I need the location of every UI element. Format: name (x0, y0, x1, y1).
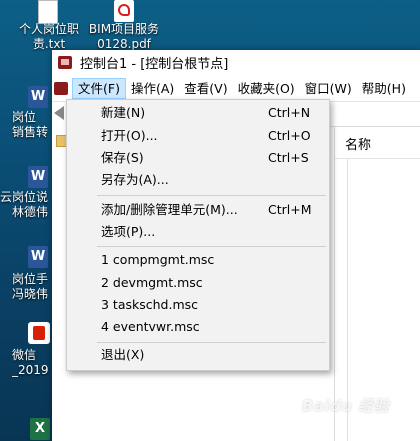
desktop-icon-label[interactable]: 个人岗位职 责.txt (10, 22, 88, 52)
desktop-icon-label[interactable]: 岗位说 林德伟 (12, 190, 52, 220)
menu-item-label: 3 taskschd.msc (101, 297, 199, 312)
menu-bar: 文件(F) 操作(A) 查看(V) 收藏夹(O) 窗口(W) 帮助(H) (52, 77, 420, 100)
menu-item-recent-4[interactable]: 4 eventvwr.msc (67, 316, 329, 338)
window-title: 控制台1 - [控制台根节点] (80, 57, 229, 72)
menu-separator (97, 246, 326, 247)
result-pane[interactable]: 名称 (334, 126, 420, 441)
pdf-file-icon[interactable] (114, 0, 134, 22)
excel-file-icon[interactable]: X (30, 418, 50, 440)
text-file-icon[interactable] (38, 0, 58, 24)
menu-item-new[interactable]: 新建(N) Ctrl+N (67, 102, 329, 124)
menu-item-recent-2[interactable]: 2 devmgmt.msc (67, 272, 329, 294)
baidu-watermark: Baidu 经验 (302, 397, 390, 415)
menu-item-label: 保存(S) (101, 150, 144, 165)
title-bar[interactable]: 控制台1 - [控制台根节点] (52, 50, 420, 75)
menu-item-label: 选项(P)... (101, 224, 156, 239)
menu-item-save[interactable]: 保存(S) Ctrl+S (67, 147, 329, 169)
menu-window[interactable]: 窗口(W) (300, 78, 357, 99)
menu-item-save-as[interactable]: 另存为(A)... (67, 169, 329, 191)
menu-item-label: 退出(X) (101, 347, 145, 362)
menu-favorites[interactable]: 收藏夹(O) (233, 78, 300, 99)
menu-item-label: 打开(O)... (101, 128, 158, 143)
menu-item-label: 添加/删除管理单元(M)... (101, 202, 238, 217)
menu-file[interactable]: 文件(F) (72, 78, 126, 99)
menu-item-options[interactable]: 选项(P)... (67, 221, 329, 243)
wechat-image-icon[interactable] (28, 322, 50, 344)
menu-item-recent-3[interactable]: 3 taskschd.msc (67, 294, 329, 316)
menu-separator (97, 342, 326, 343)
desktop-icon-label[interactable]: 岗位 销售转 (12, 110, 52, 140)
menu-item-label: 4 eventvwr.msc (101, 319, 200, 334)
menu-item-label: 新建(N) (101, 105, 146, 120)
menu-item-shortcut: Ctrl+O (268, 128, 311, 143)
desktop-icon-label[interactable]: BIM项目服务 0128.pdf (84, 22, 164, 52)
menu-item-recent-1[interactable]: 1 compmgmt.msc (67, 249, 329, 271)
menu-separator (97, 195, 326, 196)
menu-item-shortcut: Ctrl+M (268, 202, 312, 217)
word-doc-icon[interactable]: W (28, 166, 48, 188)
file-menu-dropdown: 新建(N) Ctrl+N 打开(O)... Ctrl+O 保存(S) Ctrl+… (66, 99, 330, 371)
menu-item-shortcut: Ctrl+N (268, 105, 311, 120)
back-arrow-icon[interactable] (54, 106, 64, 120)
menu-item-label: 2 devmgmt.msc (101, 275, 203, 290)
menu-item-exit[interactable]: 退出(X) (67, 344, 329, 366)
menu-item-label: 另存为(A)... (101, 172, 169, 187)
menu-item-add-remove-snapin[interactable]: 添加/删除管理单元(M)... Ctrl+M (67, 199, 329, 221)
desktop-icon-label[interactable]: 岗位手 冯晓伟 (12, 272, 52, 302)
menu-help[interactable]: 帮助(H) (357, 78, 411, 99)
menu-item-open[interactable]: 打开(O)... Ctrl+O (67, 125, 329, 147)
mmc-app-icon (58, 56, 72, 69)
column-header-name[interactable]: 名称 (345, 134, 371, 153)
desktop-icon-label[interactable]: 云 (0, 190, 12, 205)
menu-item-shortcut: Ctrl+S (268, 150, 309, 165)
word-doc-icon[interactable]: W (28, 86, 48, 108)
word-doc-icon[interactable]: W (28, 246, 48, 268)
desktop-icon-label[interactable]: 微信 _2019 (12, 348, 52, 378)
menu-view[interactable]: 查看(V) (179, 78, 232, 99)
system-menu-icon[interactable] (54, 82, 68, 95)
menu-action[interactable]: 操作(A) (126, 78, 179, 99)
menu-item-label: 1 compmgmt.msc (101, 252, 215, 267)
